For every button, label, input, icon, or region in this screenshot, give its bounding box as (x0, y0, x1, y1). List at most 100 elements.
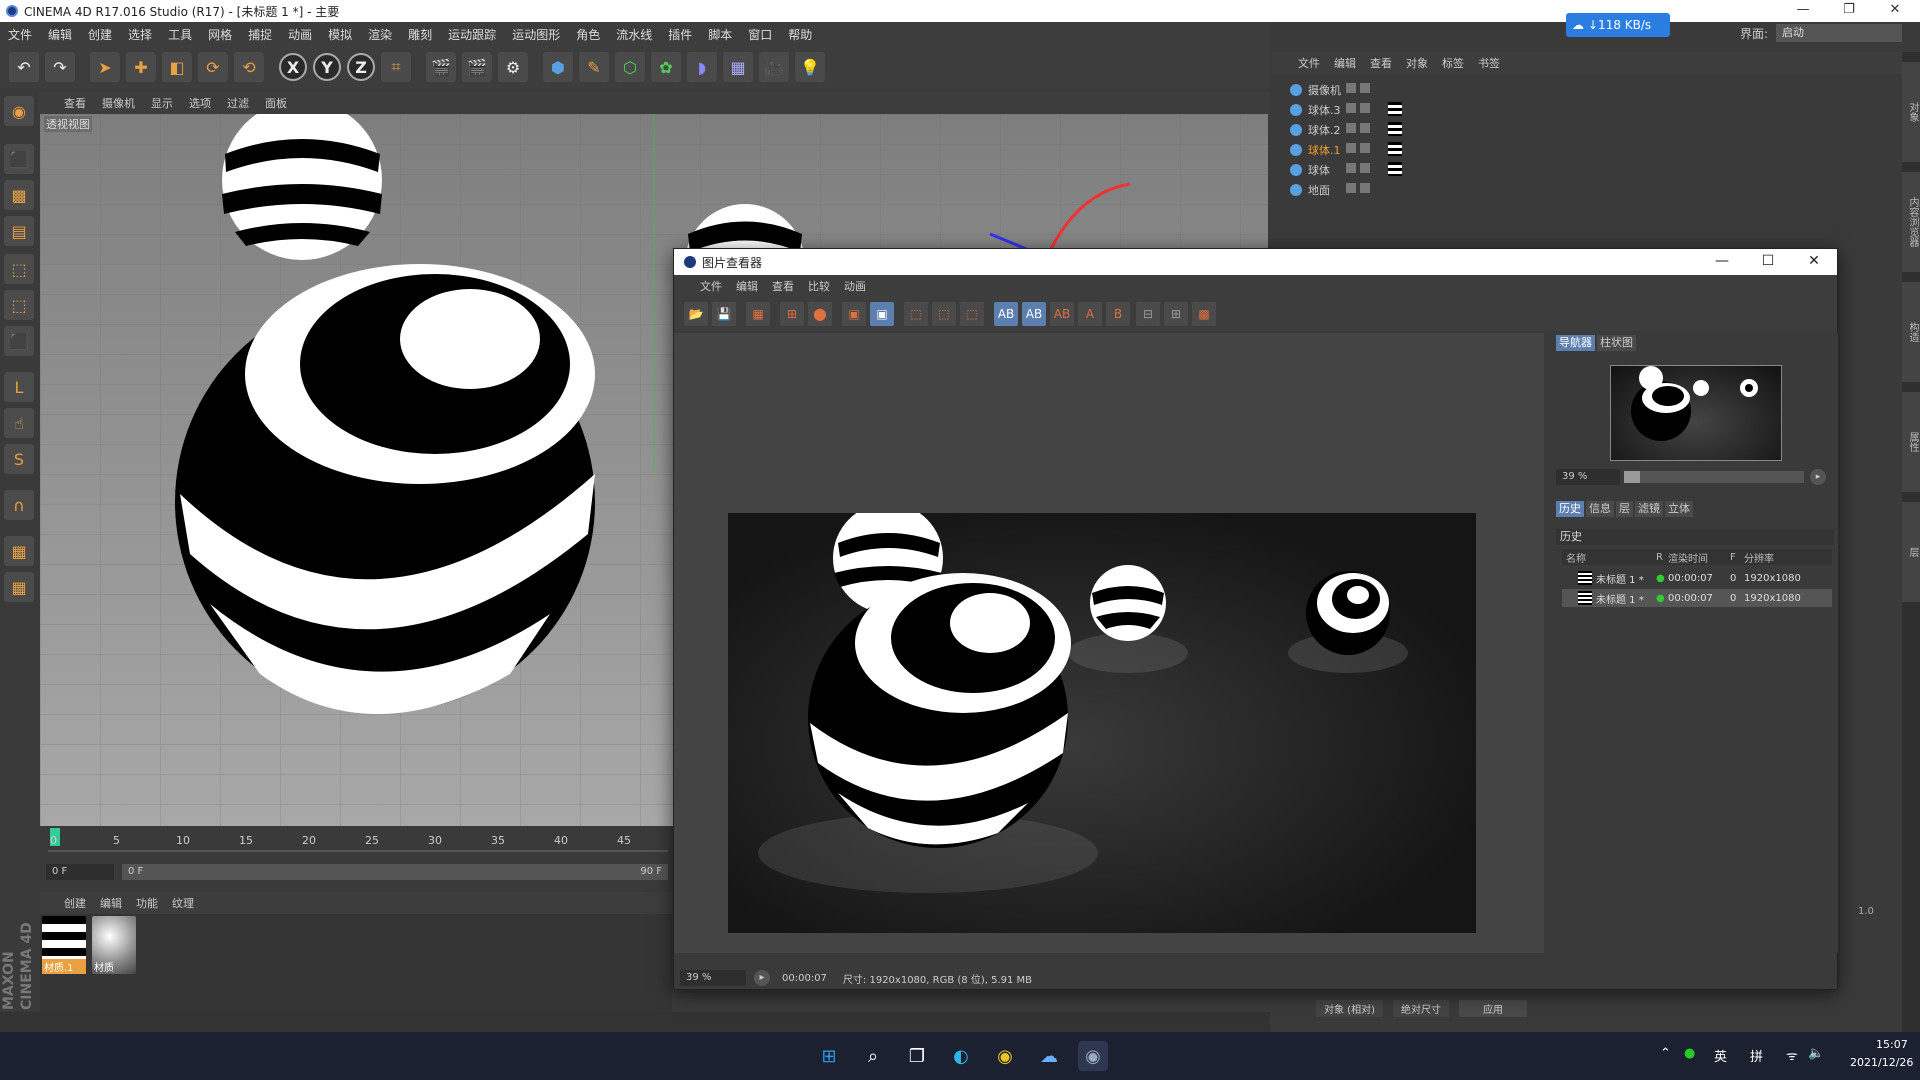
side-tab[interactable]: 对象 (1902, 62, 1920, 162)
cinema4d-taskbar-icon[interactable]: ◉ (1078, 1041, 1108, 1071)
material-thumb-plain[interactable]: 材质 (92, 916, 136, 974)
enabled-check-icon[interactable] (1360, 83, 1370, 93)
x-axis-lock-icon[interactable]: X (279, 53, 307, 81)
object-menu-item[interactable]: 文件 (1298, 55, 1320, 71)
viewport-menu-item[interactable]: 选项 (189, 95, 211, 111)
task-view-icon[interactable]: ❐ (902, 1041, 932, 1071)
grid-icon[interactable]: ⊞ (1164, 302, 1188, 326)
side-tab[interactable]: 内容浏览器 (1902, 172, 1920, 272)
planar-workplane-icon[interactable]: ▦ (4, 572, 34, 602)
status-zoom-field[interactable]: 39 % (680, 970, 746, 986)
redo-icon[interactable]: ↷ (45, 52, 75, 82)
make-editable-icon[interactable]: ◉ (4, 96, 34, 126)
enabled-check-icon[interactable] (1360, 183, 1370, 193)
menu-item[interactable]: 网格 (208, 26, 232, 43)
crop-icon[interactable]: ▦ (746, 302, 770, 326)
info-tab[interactable]: 滤镜 (1635, 501, 1663, 517)
undo-icon[interactable]: ↶ (9, 52, 39, 82)
edge-browser-icon[interactable]: ◐ (946, 1041, 976, 1071)
render-settings-icon[interactable]: ⚙ (498, 52, 528, 82)
picture-viewer-canvas[interactable] (674, 333, 1544, 953)
select-tool-icon[interactable]: ➤ (90, 52, 120, 82)
material-thumb-striped[interactable]: 材质.1 (42, 916, 86, 974)
set-b-icon[interactable]: B (1106, 302, 1130, 326)
layout-dropdown[interactable]: 启动 (1776, 24, 1903, 42)
copy-active-icon[interactable]: ▣ (870, 302, 894, 326)
diff-icon[interactable]: ⊟ (1136, 302, 1160, 326)
side-tab[interactable]: 属性 (1902, 392, 1920, 492)
tweak-mode-icon[interactable]: ☝ (4, 408, 34, 438)
restore-button[interactable]: ❐ (1826, 0, 1872, 22)
object-flags[interactable] (1346, 183, 1390, 197)
set-a-icon[interactable]: A (1078, 302, 1102, 326)
material-tag-icon[interactable] (1388, 122, 1402, 136)
menu-item[interactable]: 流水线 (616, 26, 652, 43)
edges-mode-icon[interactable]: ⬚ (4, 290, 34, 320)
object-flags[interactable] (1346, 163, 1390, 177)
axis-mode-icon[interactable]: L (4, 372, 34, 402)
material-menu-item[interactable]: 功能 (136, 895, 158, 911)
save-icon[interactable]: 💾 (712, 302, 736, 326)
snap-icon[interactable]: S (4, 444, 34, 474)
visibility-dot-icon[interactable] (1346, 103, 1356, 113)
z-axis-lock-icon[interactable]: Z (347, 53, 375, 81)
menu-item[interactable]: 工具 (168, 26, 192, 43)
start-menu-icon[interactable]: ⊞ (814, 1041, 844, 1071)
polygons-mode-icon[interactable]: ⬛ (4, 326, 34, 356)
object-menu-item[interactable]: 标签 (1442, 55, 1464, 71)
magnet-icon[interactable]: ∩ (4, 490, 34, 520)
search-icon[interactable]: ⌕ (858, 1041, 888, 1071)
material-menu-item[interactable]: 纹理 (172, 895, 194, 911)
visibility-dot-icon[interactable] (1346, 183, 1356, 193)
viewport-menu-item[interactable]: 显示 (151, 95, 173, 111)
menu-item[interactable]: 运动图形 (512, 26, 560, 43)
object-menu-item[interactable]: 书签 (1478, 55, 1500, 71)
menu-item[interactable]: 动画 (288, 26, 312, 43)
model-mode-icon[interactable]: ⬛ (4, 144, 34, 174)
coordinate-system-icon[interactable]: ⌗ (381, 52, 411, 82)
apply-button[interactable]: 应用 (1458, 1000, 1527, 1017)
viewport-menu-item[interactable]: 面板 (265, 95, 287, 111)
input-language[interactable]: 英 (1714, 1046, 1727, 1065)
points-mode-icon[interactable]: ⬚ (4, 254, 34, 284)
menu-item[interactable]: 捕捉 (248, 26, 272, 43)
coord-mode-dropdown[interactable]: 对象 (相对) (1316, 1000, 1383, 1017)
workplane-mode-icon[interactable]: ▤ (4, 216, 34, 246)
render-view-icon[interactable]: 🎬 (426, 52, 456, 82)
side-tab[interactable]: 层 (1902, 502, 1920, 602)
material-tag-icon[interactable] (1388, 102, 1402, 116)
visibility-dot-icon[interactable] (1346, 83, 1356, 93)
navigator-tab[interactable]: 柱状图 (1597, 335, 1636, 351)
cube-icon[interactable]: ⬢ (543, 52, 573, 82)
pv-maximize-button[interactable]: ☐ (1745, 249, 1791, 275)
menu-item[interactable]: 帮助 (788, 26, 812, 43)
visibility-dot-icon[interactable] (1346, 123, 1356, 133)
side-tab[interactable]: 构造 (1902, 282, 1920, 382)
open-icon[interactable]: 📂 (684, 302, 708, 326)
lock-workplane-icon[interactable]: ▦ (4, 536, 34, 566)
history-row[interactable]: 未标题 1 * ● 00:00:07 0 1920x1080 (1562, 589, 1832, 607)
swap-ab-icon[interactable]: AB (1050, 302, 1074, 326)
frame-range-slider[interactable]: 0 F 90 F (122, 864, 668, 880)
minimize-button[interactable]: — (1780, 0, 1826, 22)
viewport-menu-item[interactable]: 摄像机 (102, 95, 135, 111)
pv-menu-item[interactable]: 编辑 (736, 278, 758, 294)
rotate-tool-icon[interactable]: ⟳ (198, 52, 228, 82)
info-tab[interactable]: 立体 (1665, 501, 1693, 517)
compare-ab-icon[interactable]: AB (994, 302, 1018, 326)
enabled-check-icon[interactable] (1360, 163, 1370, 173)
y-axis-lock-icon[interactable]: Y (313, 53, 341, 81)
current-frame-field[interactable]: 0 F (46, 864, 114, 880)
menu-item[interactable]: 运动跟踪 (448, 26, 496, 43)
viewport-menu-item[interactable]: 过滤 (227, 95, 249, 111)
object-menu-item[interactable]: 编辑 (1334, 55, 1356, 71)
object-flags[interactable] (1346, 103, 1390, 117)
move-tool-icon[interactable]: ✚ (126, 52, 156, 82)
clock-date[interactable]: 2021/12/26 (1850, 1056, 1913, 1069)
visibility-dot-icon[interactable] (1346, 143, 1356, 153)
navigator-zoom-field[interactable]: 39 % (1556, 469, 1620, 485)
recent-tool-icon[interactable]: ⟲ (234, 52, 264, 82)
navigator-thumbnail[interactable] (1610, 365, 1782, 461)
menu-item[interactable]: 窗口 (748, 26, 772, 43)
ime-mode[interactable]: 拼 (1750, 1046, 1763, 1065)
